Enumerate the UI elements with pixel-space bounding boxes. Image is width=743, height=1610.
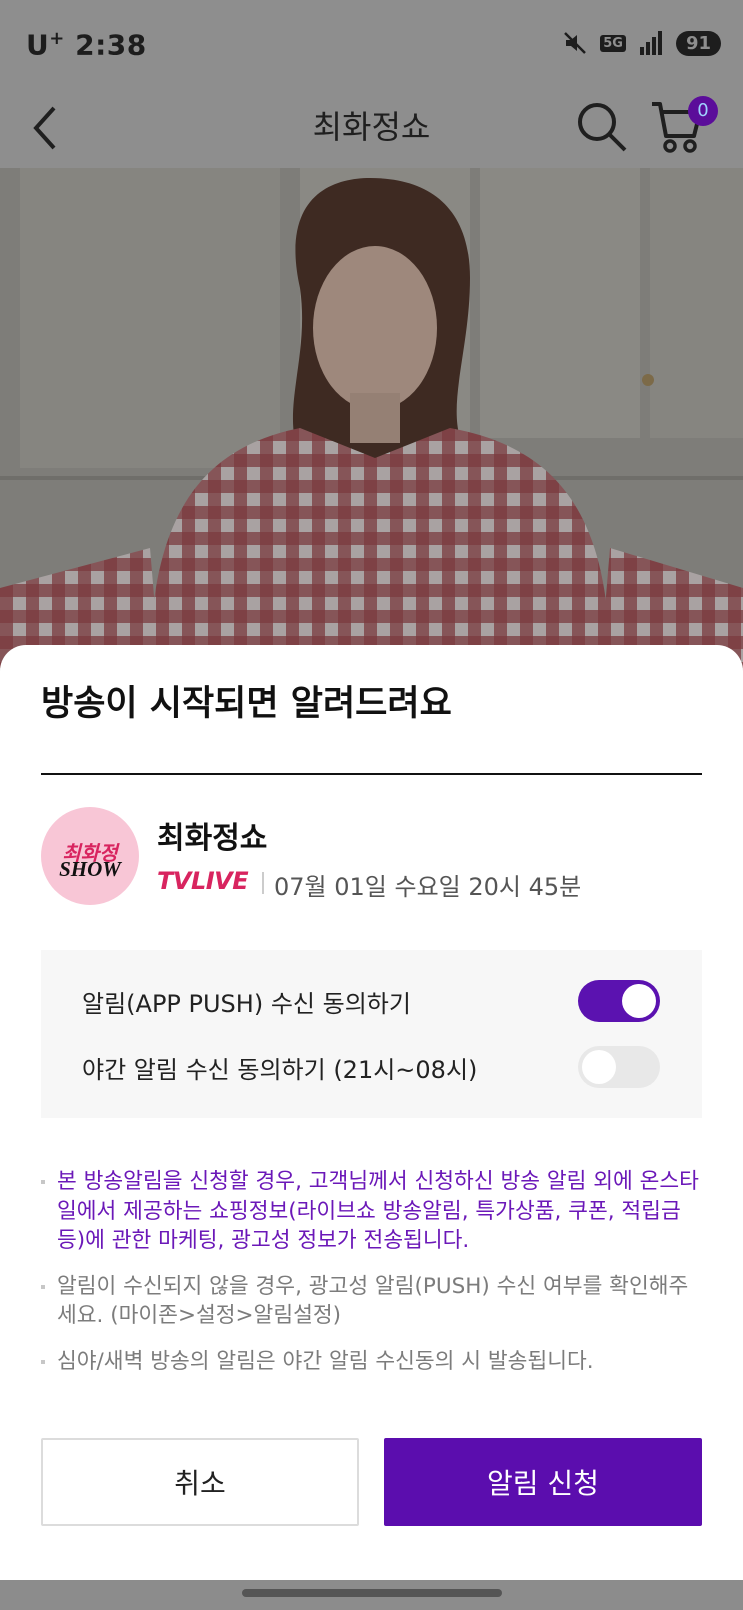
home-indicator[interactable] [242,1589,502,1597]
title-divider [41,773,702,775]
carrier-label: U [26,28,50,62]
broadcast-schedule: 07월 01일 수요일 20시 45분 [274,873,582,901]
label-separator [262,872,264,894]
carrier-time: U+ 2:38 [26,28,147,61]
apply-notification-button[interactable]: 알림 신청 [384,1438,702,1526]
hero-image [0,168,743,668]
search-icon[interactable] [575,100,629,154]
night-consent-toggle[interactable] [578,1046,660,1088]
show-logo: 최화정 SHOW [41,807,139,905]
push-check-notice: 알림이 수신되지 않을 경우, 광고성 알림(PUSH) 수신 여부를 확인해주… [41,1272,703,1331]
sheet-title: 방송이 시작되면 알려드려요 [41,684,452,724]
consent-options: 알림(APP PUSH) 수신 동의하기 야간 알림 수신 동의하기 (21시~… [41,950,702,1118]
network-5g-icon: 5G [600,34,626,52]
tv-live-label: TVLIVE [157,867,249,895]
toggle-knob [622,984,656,1018]
show-name: 최화정쇼 [157,821,268,856]
notification-bottom-sheet: 방송이 시작되면 알려드려요 최화정 SHOW 최화정쇼 TVLIVE 07월 … [0,645,743,1580]
night-consent-label: 야간 알림 수신 동의하기 (21시~08시) [82,1056,478,1084]
cancel-button[interactable]: 취소 [41,1438,359,1526]
carrier-plus: + [49,28,65,49]
signal-icon [639,31,662,55]
cart-count-badge: 0 [688,96,718,126]
battery-icon: 91 [675,30,721,56]
app-header: 최화정쇼 0 [0,88,743,168]
mute-icon [564,32,587,54]
night-notice: 심야/새벽 방송의 알림은 야간 알림 수신동의 시 발송됩니다. [41,1347,703,1377]
logo-text-show: SHOW [59,857,121,881]
marketing-notice: 본 방송알림을 신청할 경우, 고객님께서 신청하신 방송 알림 외에 온스타일… [41,1167,703,1256]
status-bar: U+ 2:38 5G 91 [0,0,743,88]
status-icons: 5G 91 [562,30,721,56]
clock: 2:38 [75,28,147,62]
app-push-consent-label: 알림(APP PUSH) 수신 동의하기 [82,990,411,1018]
host-photo [0,168,743,668]
app-push-consent-toggle[interactable] [578,980,660,1022]
notice-list: 본 방송알림을 신청할 경우, 고객님께서 신청하신 방송 알림 외에 온스타일… [41,1167,703,1392]
toggle-knob [582,1050,616,1084]
page-title: 최화정쇼 [312,108,431,146]
